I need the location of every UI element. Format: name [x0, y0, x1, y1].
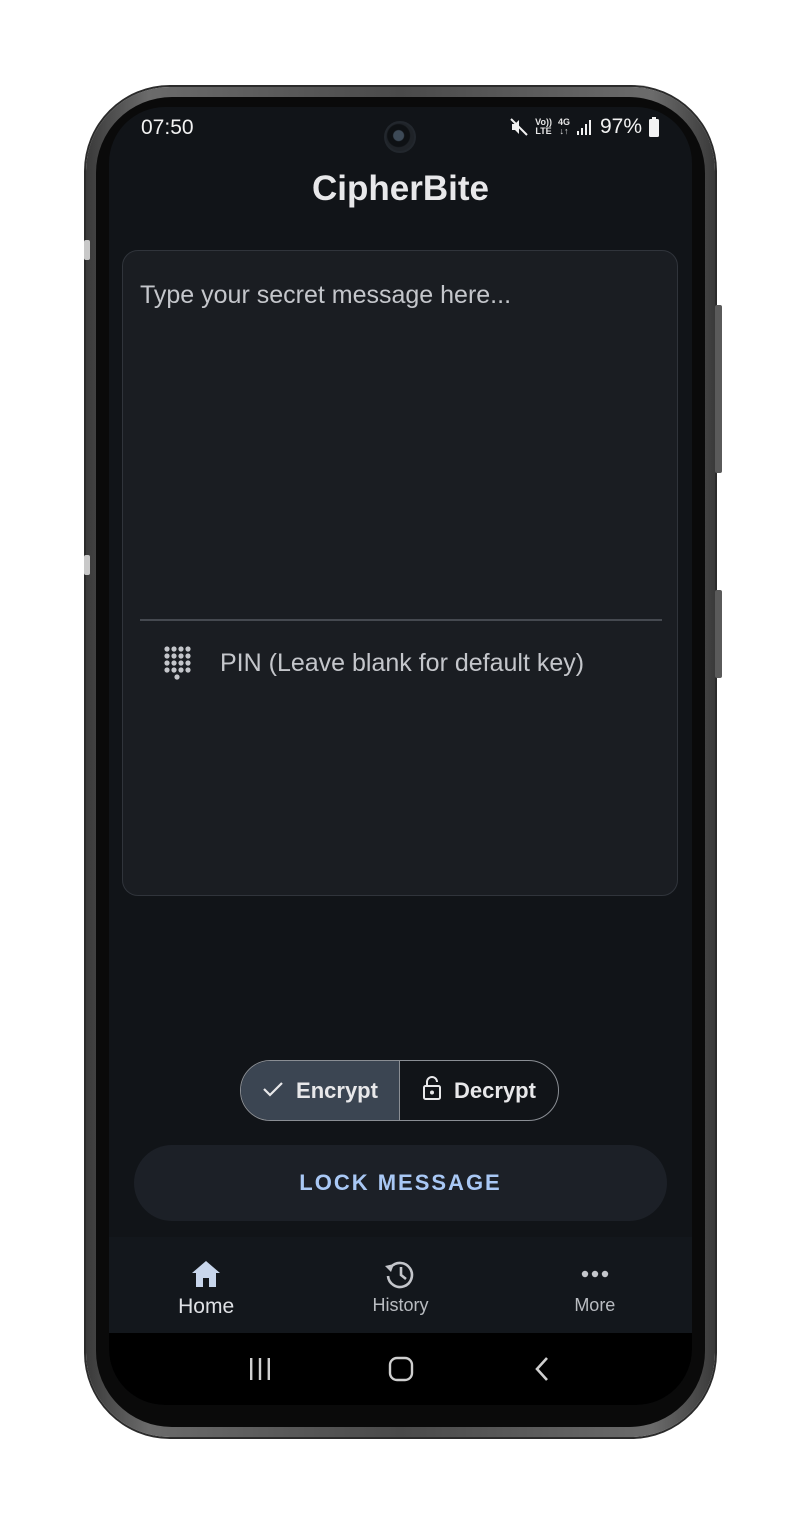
- more-icon: [578, 1257, 612, 1291]
- decrypt-label: Decrypt: [454, 1077, 536, 1103]
- pin-field-row: [140, 643, 662, 683]
- app-title: CipherBite: [312, 169, 489, 208]
- recent-apps-button[interactable]: [240, 1349, 280, 1389]
- home-system-button[interactable]: [381, 1349, 421, 1389]
- power-button: [715, 590, 722, 678]
- pin-input[interactable]: [220, 643, 660, 683]
- volume-button: [715, 305, 722, 473]
- volte-icon: Vo)) LTE: [535, 118, 552, 136]
- dialpad-icon: [163, 645, 191, 681]
- bottom-navigation: Home History More: [109, 1237, 692, 1333]
- nav-item-history[interactable]: History: [303, 1237, 497, 1333]
- nav-item-home[interactable]: Home: [109, 1237, 303, 1333]
- nav-label-more: More: [574, 1295, 616, 1315]
- encrypt-label: Encrypt: [296, 1077, 378, 1103]
- mode-toggle: Encrypt Decrypt: [240, 1060, 559, 1121]
- status-bar: 07:50 Vo)) LTE 4G ↓↑ 97%: [109, 107, 692, 153]
- battery-icon: [648, 117, 660, 137]
- mute-icon: [509, 117, 529, 137]
- screen: 07:50 Vo)) LTE 4G ↓↑ 97% CipherBite Type…: [109, 107, 692, 1405]
- status-time: 07:50: [141, 116, 194, 139]
- input-divider: [140, 619, 662, 621]
- lte-label: LTE: [535, 126, 552, 136]
- status-icons: Vo)) LTE 4G ↓↑ 97%: [509, 115, 660, 139]
- lock-message-button[interactable]: LOCK MESSAGE: [134, 1145, 667, 1221]
- system-navigation-bar: [109, 1333, 692, 1405]
- unlock-icon: [422, 1075, 442, 1106]
- 4g-label: 4G: [557, 117, 570, 127]
- check-icon: [262, 1078, 284, 1104]
- home-icon: [189, 1257, 223, 1291]
- network-4g-icon: 4G ↓↑: [557, 117, 570, 136]
- encrypt-segment[interactable]: Encrypt: [241, 1061, 399, 1120]
- frame-antenna-line: [84, 555, 90, 575]
- message-input[interactable]: [140, 281, 660, 617]
- signal-icon: [576, 119, 594, 135]
- nav-label-history: History: [372, 1295, 429, 1315]
- back-button[interactable]: [522, 1349, 562, 1389]
- decrypt-segment[interactable]: Decrypt: [399, 1061, 558, 1120]
- frame-antenna-line: [84, 240, 90, 260]
- input-card: [122, 250, 678, 896]
- front-camera: [384, 121, 416, 153]
- nav-item-more[interactable]: More: [498, 1237, 692, 1333]
- battery-percent: 97%: [599, 115, 642, 138]
- nav-label-home: Home: [178, 1295, 235, 1318]
- history-icon: [383, 1257, 417, 1291]
